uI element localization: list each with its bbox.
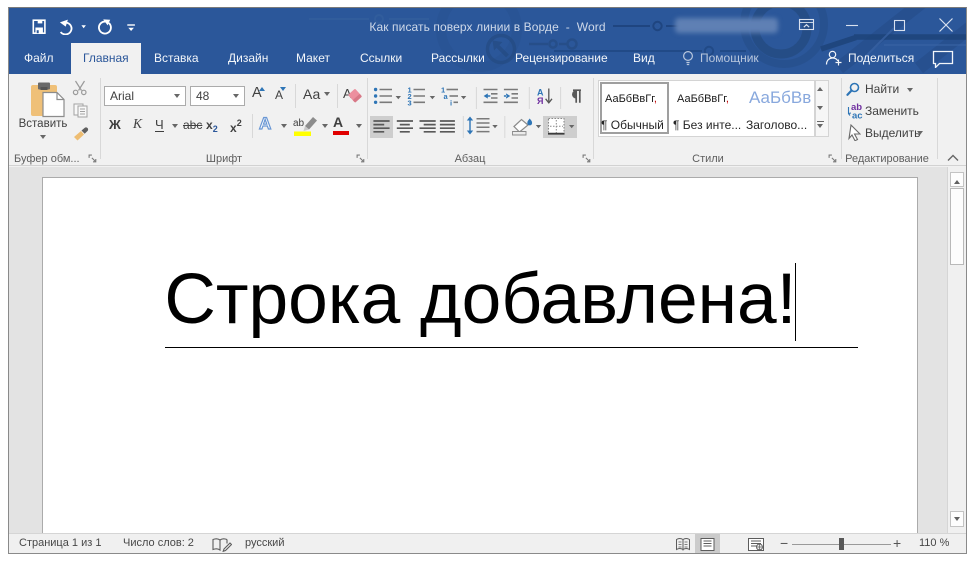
svg-text:Я: Я [537,96,543,106]
svg-text:а: а [444,92,449,101]
svg-text:ab: ab [293,118,305,129]
svg-text:ac: ac [852,111,863,120]
svg-text:i: i [450,98,452,107]
svg-text:3: 3 [408,98,412,107]
